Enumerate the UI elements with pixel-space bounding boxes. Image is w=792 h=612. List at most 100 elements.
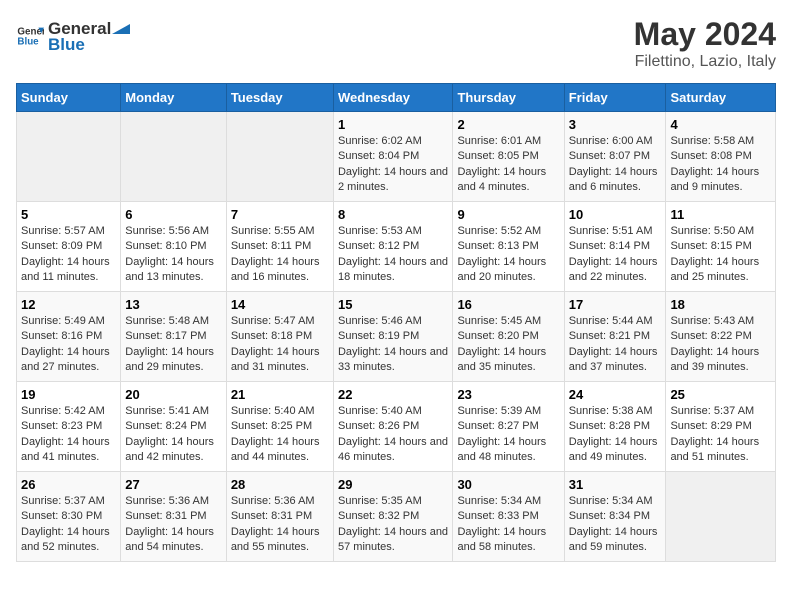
sunrise-label: Sunrise: 5:43 AM <box>670 315 754 327</box>
calendar-cell: 23 Sunrise: 5:39 AM Sunset: 8:27 PM Dayl… <box>453 382 564 472</box>
calendar-cell: 28 Sunrise: 5:36 AM Sunset: 8:31 PM Dayl… <box>226 472 333 562</box>
daylight-label: Daylight: 14 hours and 51 minutes. <box>670 436 759 463</box>
calendar-cell: 5 Sunrise: 5:57 AM Sunset: 8:09 PM Dayli… <box>17 202 121 292</box>
col-friday: Friday <box>564 84 666 112</box>
page-title: May 2024 <box>634 16 776 53</box>
sunrise-label: Sunrise: 5:38 AM <box>569 405 653 417</box>
day-number: 23 <box>457 387 559 402</box>
sunrise-label: Sunrise: 5:50 AM <box>670 225 754 237</box>
sunset-label: Sunset: 8:15 PM <box>670 240 751 252</box>
day-info: Sunrise: 5:37 AM Sunset: 8:30 PM Dayligh… <box>21 494 116 556</box>
daylight-label: Daylight: 14 hours and 52 minutes. <box>21 526 110 553</box>
calendar-week-2: 5 Sunrise: 5:57 AM Sunset: 8:09 PM Dayli… <box>17 202 776 292</box>
col-thursday: Thursday <box>453 84 564 112</box>
day-info: Sunrise: 5:53 AM Sunset: 8:12 PM Dayligh… <box>338 224 448 286</box>
calendar-cell <box>121 112 227 202</box>
day-info: Sunrise: 5:34 AM Sunset: 8:33 PM Dayligh… <box>457 494 559 556</box>
calendar-cell: 31 Sunrise: 5:34 AM Sunset: 8:34 PM Dayl… <box>564 472 666 562</box>
daylight-label: Daylight: 14 hours and 2 minutes. <box>338 166 448 193</box>
sunrise-label: Sunrise: 5:37 AM <box>21 495 105 507</box>
calendar-cell: 9 Sunrise: 5:52 AM Sunset: 8:13 PM Dayli… <box>453 202 564 292</box>
calendar-week-3: 12 Sunrise: 5:49 AM Sunset: 8:16 PM Dayl… <box>17 292 776 382</box>
logo: General Blue General Blue <box>16 16 130 55</box>
day-number: 10 <box>569 207 662 222</box>
day-info: Sunrise: 6:01 AM Sunset: 8:05 PM Dayligh… <box>457 134 559 196</box>
sunset-label: Sunset: 8:34 PM <box>569 510 650 522</box>
col-sunday: Sunday <box>17 84 121 112</box>
sunset-label: Sunset: 8:14 PM <box>569 240 650 252</box>
daylight-label: Daylight: 14 hours and 59 minutes. <box>569 526 658 553</box>
sunrise-label: Sunrise: 5:58 AM <box>670 135 754 147</box>
daylight-label: Daylight: 14 hours and 16 minutes. <box>231 256 320 283</box>
daylight-label: Daylight: 14 hours and 55 minutes. <box>231 526 320 553</box>
day-info: Sunrise: 5:50 AM Sunset: 8:15 PM Dayligh… <box>670 224 771 286</box>
sunrise-label: Sunrise: 6:02 AM <box>338 135 422 147</box>
sunset-label: Sunset: 8:21 PM <box>569 330 650 342</box>
daylight-label: Daylight: 14 hours and 22 minutes. <box>569 256 658 283</box>
day-number: 6 <box>125 207 222 222</box>
calendar-cell: 2 Sunrise: 6:01 AM Sunset: 8:05 PM Dayli… <box>453 112 564 202</box>
calendar-cell <box>17 112 121 202</box>
sunrise-label: Sunrise: 5:40 AM <box>338 405 422 417</box>
calendar-cell: 17 Sunrise: 5:44 AM Sunset: 8:21 PM Dayl… <box>564 292 666 382</box>
sunrise-label: Sunrise: 5:41 AM <box>125 405 209 417</box>
day-number: 29 <box>338 477 448 492</box>
sunrise-label: Sunrise: 5:49 AM <box>21 315 105 327</box>
daylight-label: Daylight: 14 hours and 27 minutes. <box>21 346 110 373</box>
sunrise-label: Sunrise: 5:51 AM <box>569 225 653 237</box>
day-number: 8 <box>338 207 448 222</box>
day-number: 9 <box>457 207 559 222</box>
day-info: Sunrise: 5:40 AM Sunset: 8:26 PM Dayligh… <box>338 404 448 466</box>
calendar-cell: 14 Sunrise: 5:47 AM Sunset: 8:18 PM Dayl… <box>226 292 333 382</box>
sunrise-label: Sunrise: 5:40 AM <box>231 405 315 417</box>
sunrise-label: Sunrise: 5:35 AM <box>338 495 422 507</box>
sunset-label: Sunset: 8:32 PM <box>338 510 419 522</box>
calendar-cell: 30 Sunrise: 5:34 AM Sunset: 8:33 PM Dayl… <box>453 472 564 562</box>
sunrise-label: Sunrise: 5:44 AM <box>569 315 653 327</box>
day-number: 3 <box>569 117 662 132</box>
day-info: Sunrise: 5:51 AM Sunset: 8:14 PM Dayligh… <box>569 224 662 286</box>
daylight-label: Daylight: 14 hours and 46 minutes. <box>338 436 448 463</box>
day-number: 20 <box>125 387 222 402</box>
day-number: 19 <box>21 387 116 402</box>
day-number: 26 <box>21 477 116 492</box>
sunrise-label: Sunrise: 5:34 AM <box>569 495 653 507</box>
sunset-label: Sunset: 8:17 PM <box>125 330 206 342</box>
day-info: Sunrise: 5:44 AM Sunset: 8:21 PM Dayligh… <box>569 314 662 376</box>
sunset-label: Sunset: 8:29 PM <box>670 420 751 432</box>
sunset-label: Sunset: 8:13 PM <box>457 240 538 252</box>
day-info: Sunrise: 5:49 AM Sunset: 8:16 PM Dayligh… <box>21 314 116 376</box>
calendar-table: Sunday Monday Tuesday Wednesday Thursday… <box>16 83 776 562</box>
day-info: Sunrise: 5:43 AM Sunset: 8:22 PM Dayligh… <box>670 314 771 376</box>
sunset-label: Sunset: 8:25 PM <box>231 420 312 432</box>
day-info: Sunrise: 6:00 AM Sunset: 8:07 PM Dayligh… <box>569 134 662 196</box>
day-number: 18 <box>670 297 771 312</box>
svg-text:Blue: Blue <box>17 36 39 47</box>
day-number: 12 <box>21 297 116 312</box>
day-info: Sunrise: 5:52 AM Sunset: 8:13 PM Dayligh… <box>457 224 559 286</box>
daylight-label: Daylight: 14 hours and 44 minutes. <box>231 436 320 463</box>
sunrise-label: Sunrise: 5:48 AM <box>125 315 209 327</box>
calendar-cell: 21 Sunrise: 5:40 AM Sunset: 8:25 PM Dayl… <box>226 382 333 472</box>
sunrise-label: Sunrise: 5:55 AM <box>231 225 315 237</box>
day-number: 31 <box>569 477 662 492</box>
daylight-label: Daylight: 14 hours and 9 minutes. <box>670 166 759 193</box>
day-number: 16 <box>457 297 559 312</box>
day-number: 27 <box>125 477 222 492</box>
sunset-label: Sunset: 8:24 PM <box>125 420 206 432</box>
day-info: Sunrise: 5:40 AM Sunset: 8:25 PM Dayligh… <box>231 404 329 466</box>
sunset-label: Sunset: 8:19 PM <box>338 330 419 342</box>
sunrise-label: Sunrise: 6:00 AM <box>569 135 653 147</box>
day-number: 13 <box>125 297 222 312</box>
day-number: 1 <box>338 117 448 132</box>
calendar-cell: 3 Sunrise: 6:00 AM Sunset: 8:07 PM Dayli… <box>564 112 666 202</box>
day-info: Sunrise: 5:45 AM Sunset: 8:20 PM Dayligh… <box>457 314 559 376</box>
sunset-label: Sunset: 8:08 PM <box>670 150 751 162</box>
calendar-cell: 12 Sunrise: 5:49 AM Sunset: 8:16 PM Dayl… <box>17 292 121 382</box>
daylight-label: Daylight: 14 hours and 54 minutes. <box>125 526 214 553</box>
calendar-cell <box>226 112 333 202</box>
day-number: 7 <box>231 207 329 222</box>
day-info: Sunrise: 5:47 AM Sunset: 8:18 PM Dayligh… <box>231 314 329 376</box>
day-info: Sunrise: 5:39 AM Sunset: 8:27 PM Dayligh… <box>457 404 559 466</box>
daylight-label: Daylight: 14 hours and 20 minutes. <box>457 256 546 283</box>
